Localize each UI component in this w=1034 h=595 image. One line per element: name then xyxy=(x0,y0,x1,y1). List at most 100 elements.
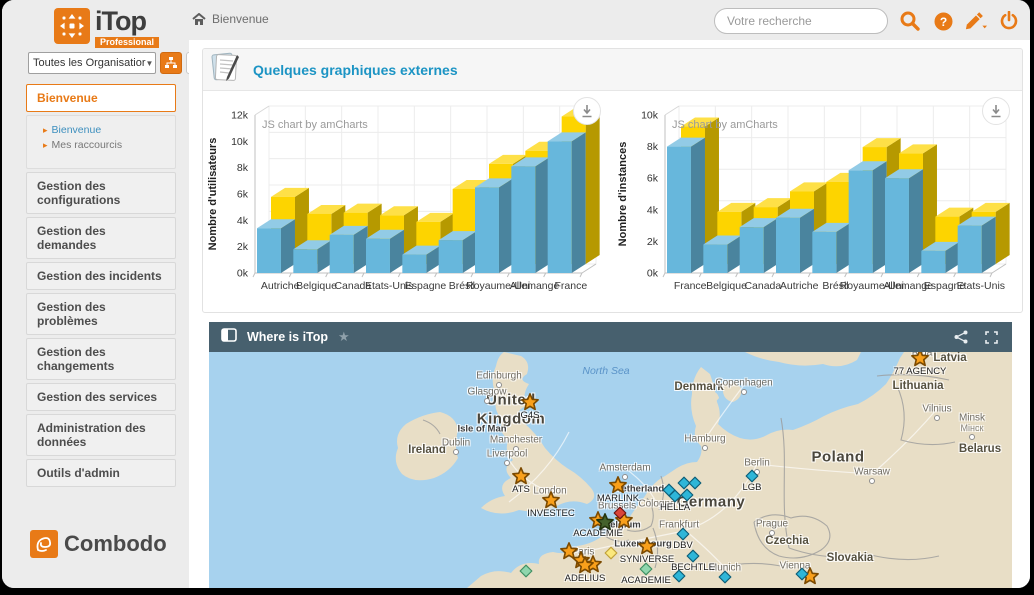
sidebar-menu-item[interactable]: Gestion des problèmes xyxy=(26,293,176,335)
org-tree-button[interactable] xyxy=(160,52,182,74)
edit-pencil-icon[interactable] xyxy=(965,10,987,32)
chart-bar[interactable] xyxy=(703,236,741,273)
map-star-marker[interactable] xyxy=(638,537,656,555)
hierarchy-icon xyxy=(165,57,177,69)
chart-bar[interactable] xyxy=(330,226,368,273)
sidebar-menu-item[interactable]: Gestion des configurations xyxy=(26,172,176,214)
share-icon[interactable] xyxy=(946,330,976,344)
chart-bar[interactable] xyxy=(257,219,295,273)
map-label: Latvia xyxy=(933,352,966,364)
x-axis-label: Allemange xyxy=(510,280,560,292)
shortcut-link[interactable]: ▸Bienvenue xyxy=(43,124,169,136)
map-panel: Where is iTop ★ xyxy=(209,322,1012,588)
shortcut-link[interactable]: ▸Mes raccourcis xyxy=(43,139,169,151)
fullscreen-icon[interactable] xyxy=(976,331,1006,344)
amcharts-watermark: JS chart by amCharts xyxy=(672,119,778,131)
bullet-icon: ▸ xyxy=(43,140,48,150)
city-dot xyxy=(702,445,708,451)
map-star-marker[interactable] xyxy=(911,352,929,367)
chart-bar[interactable] xyxy=(885,169,923,273)
map-label: Liverpool xyxy=(487,449,528,460)
map-star-marker[interactable] xyxy=(542,491,560,509)
map-diamond-marker[interactable] xyxy=(719,571,732,584)
map-label: Prague xyxy=(756,519,788,530)
chevron-down-icon: ▼ xyxy=(146,59,154,68)
download-chart-button[interactable] xyxy=(573,97,601,125)
app-logo[interactable]: iTop Professional xyxy=(54,8,159,48)
chart-bar[interactable] xyxy=(475,178,513,273)
sidebar-menu-item[interactable]: Outils d'admin xyxy=(26,459,176,487)
notepad-pen-icon xyxy=(209,51,243,88)
chart-bar[interactable] xyxy=(739,218,777,273)
svg-text:?: ? xyxy=(939,15,946,29)
map-diamond-marker[interactable] xyxy=(605,547,618,560)
sidebar-menu-item[interactable]: Gestion des services xyxy=(26,383,176,411)
city-dot xyxy=(453,449,459,455)
map-marker-label: 77 AGENCY xyxy=(894,366,947,377)
map-panel-title: Where is iTop xyxy=(247,330,328,344)
map-diamond-marker[interactable] xyxy=(520,565,533,578)
panel-toggle-icon[interactable] xyxy=(221,328,237,347)
map-diamond-marker[interactable] xyxy=(677,528,690,541)
favorite-star-icon[interactable]: ★ xyxy=(338,329,350,345)
city-dot xyxy=(934,415,940,421)
map-label: Vilnius xyxy=(922,404,951,415)
svg-text:6k: 6k xyxy=(646,173,658,185)
map-label: Minsk xyxy=(959,413,985,424)
map-diamond-marker[interactable] xyxy=(669,490,682,503)
sidebar-menu-item[interactable]: Gestion des changements xyxy=(26,338,176,380)
map-label: Hamburg xyxy=(684,434,725,445)
download-chart-button[interactable] xyxy=(982,97,1010,125)
chart-bar[interactable] xyxy=(439,231,477,273)
map-diamond-marker[interactable] xyxy=(673,570,686,583)
map-star-marker[interactable] xyxy=(521,393,539,411)
sidebar-menu-item[interactable]: Gestion des incidents xyxy=(26,262,176,290)
europe-map[interactable]: North SeaUnited KingdomGermanyPolandIrel… xyxy=(209,352,1012,588)
sidebar: iTop Professional Toutes les Organisatio… xyxy=(2,0,189,588)
chart-bar[interactable] xyxy=(776,209,814,273)
x-axis-label: France xyxy=(554,280,587,292)
chart-bar[interactable] xyxy=(511,157,549,273)
search-input[interactable] xyxy=(714,8,888,34)
x-axis-label: Etats-Unis xyxy=(956,280,1004,292)
chart-bar[interactable] xyxy=(812,223,850,273)
map-diamond-marker[interactable] xyxy=(687,550,700,563)
map-label: Edinburgh xyxy=(476,371,522,382)
chart-users: 0k2k4k6k8k10k12kAutricheBelgiqueCanadaEt… xyxy=(203,91,613,312)
map-label: Glasgow xyxy=(468,387,507,398)
sidebar-shortcuts: ▸Bienvenue ▸Mes raccourcis xyxy=(26,115,176,169)
map-marker-label: ACADEMIE xyxy=(621,575,671,586)
map-star-marker[interactable] xyxy=(609,476,627,494)
sidebar-menu-item[interactable]: Administration des données xyxy=(26,414,176,456)
chart-bar[interactable] xyxy=(957,217,995,273)
map-diamond-marker[interactable] xyxy=(796,568,809,581)
logo-text: iTop xyxy=(95,6,146,36)
map-label: North Sea xyxy=(582,365,629,377)
search-icon[interactable] xyxy=(899,10,921,32)
map-diamond-marker[interactable] xyxy=(640,563,653,576)
breadcrumb[interactable]: Bienvenue xyxy=(192,12,269,26)
combodo-logo[interactable]: Combodo xyxy=(30,530,167,558)
chart-bar[interactable] xyxy=(366,230,404,273)
svg-text:2k: 2k xyxy=(237,241,249,253)
map-diamond-marker[interactable] xyxy=(746,470,759,483)
map-label: Isle of Man xyxy=(457,424,506,435)
home-icon xyxy=(192,13,206,26)
svg-text:8k: 8k xyxy=(237,162,249,174)
sidebar-menu-item[interactable]: Bienvenue xyxy=(26,84,176,112)
map-star-marker[interactable] xyxy=(576,556,594,574)
sidebar-menu-item[interactable]: Gestion des demandes xyxy=(26,217,176,259)
chart-bar[interactable] xyxy=(548,132,586,273)
help-icon[interactable]: ? xyxy=(932,10,954,32)
organization-select[interactable]: Toutes les Organisatior ▼ xyxy=(28,52,156,74)
map-star-marker[interactable] xyxy=(512,467,530,485)
logout-power-icon[interactable] xyxy=(998,10,1020,32)
chart-bar[interactable] xyxy=(667,138,705,273)
map-diamond-marker[interactable] xyxy=(614,507,627,520)
map-star-marker[interactable] xyxy=(596,513,614,531)
bullet-icon: ▸ xyxy=(43,125,48,135)
map-label: Berlin xyxy=(744,458,770,469)
chart-bar[interactable] xyxy=(848,161,886,273)
map-diamond-marker[interactable] xyxy=(681,489,694,502)
combodo-text: Combodo xyxy=(64,531,167,557)
